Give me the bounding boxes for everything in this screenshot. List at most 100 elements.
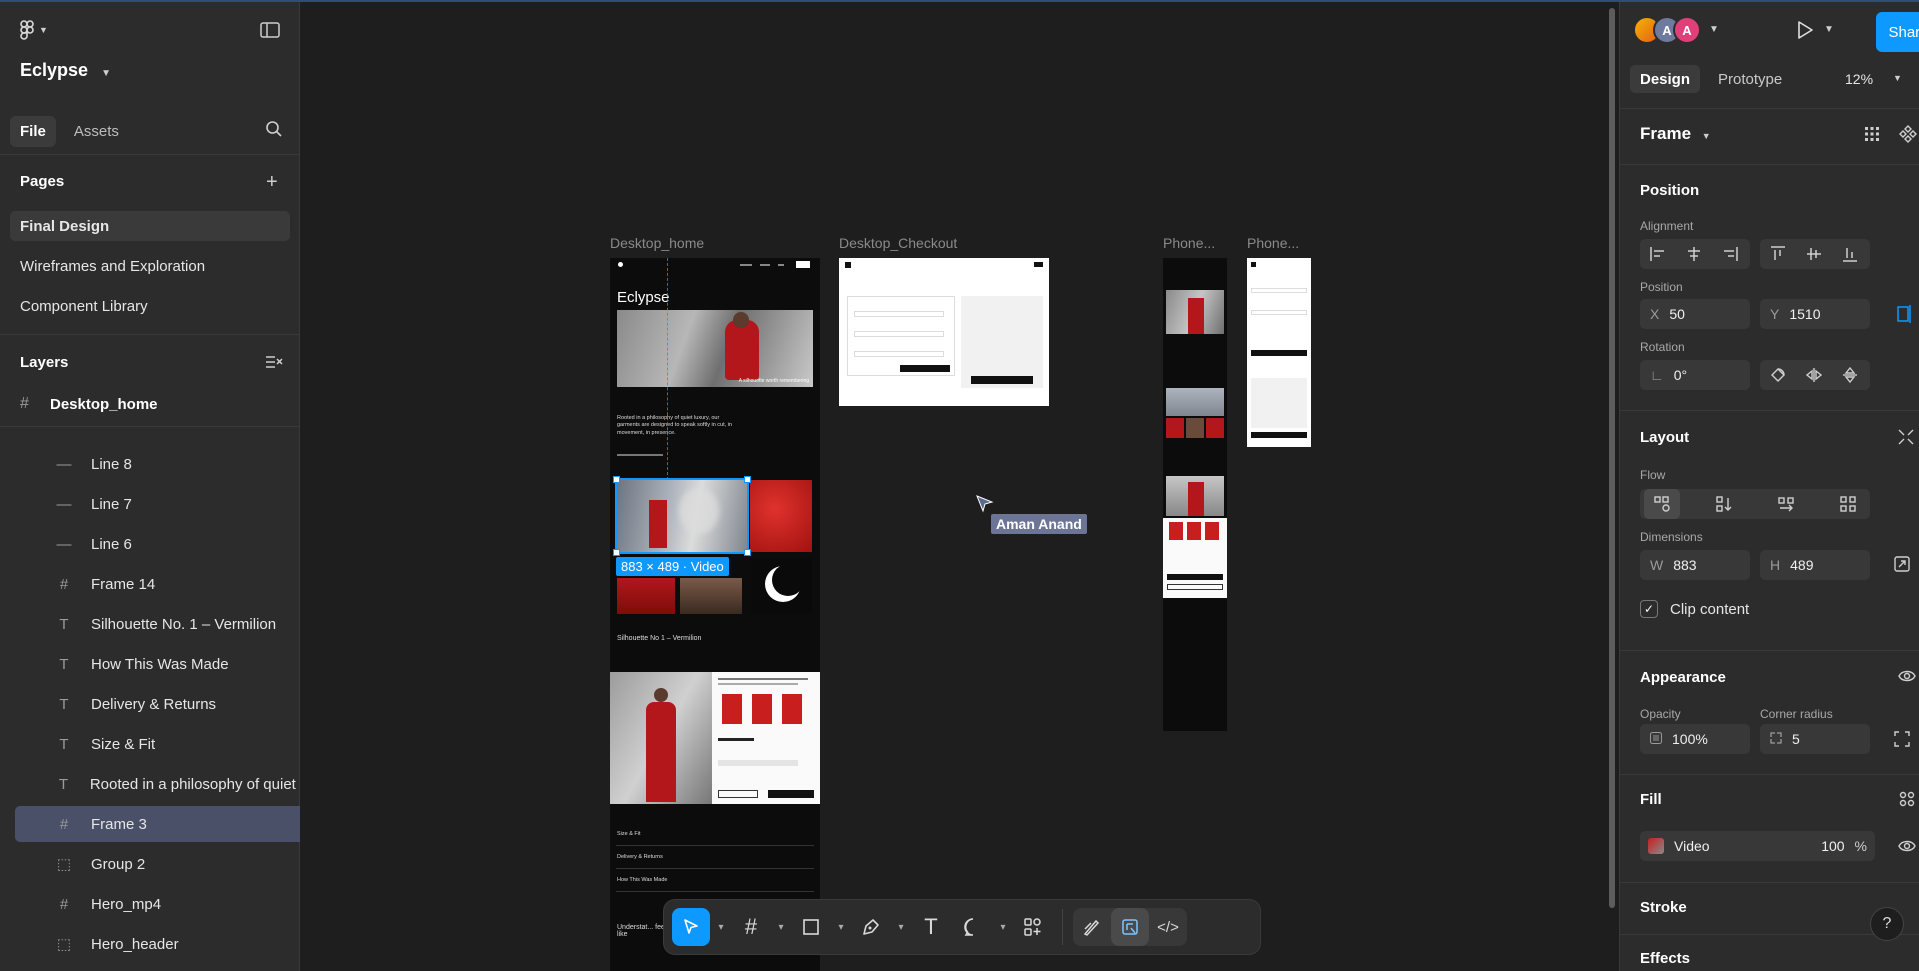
rotate-icon[interactable] (1760, 360, 1796, 390)
collapse-layers-button[interactable] (265, 354, 283, 370)
frame-label-phone-2[interactable]: Phone... (1247, 235, 1299, 251)
page-component-library[interactable]: Component Library (10, 291, 290, 321)
layer-item[interactable]: — Line 8 (15, 446, 300, 482)
tab-prototype[interactable]: Prototype (1712, 65, 1788, 93)
file-name-button[interactable]: Eclypse ▼ (20, 60, 111, 81)
main-menu-button[interactable]: ▼ (20, 20, 48, 40)
resize-to-fit-icon[interactable] (1894, 556, 1910, 572)
layer-item[interactable]: — Line 7 (15, 486, 300, 522)
actions-button[interactable] (1014, 908, 1052, 946)
opacity-field[interactable]: 100% (1640, 724, 1750, 754)
comment-tool-dropdown[interactable]: ▾ (996, 922, 1010, 933)
resize-handle[interactable] (613, 476, 620, 483)
shape-tool-dropdown[interactable]: ▾ (834, 922, 848, 933)
fill-styles-icon[interactable] (1899, 791, 1915, 807)
frame-phone-2[interactable] (1247, 258, 1311, 447)
add-to-cart (718, 790, 758, 798)
constraints-icon[interactable] (1894, 305, 1912, 323)
canvas-scrollbar[interactable] (1609, 8, 1615, 908)
rectangle-tool-button[interactable] (792, 908, 830, 946)
present-button[interactable] (1796, 20, 1814, 40)
dev-mode-button[interactable]: </> (1149, 908, 1187, 946)
zoom-level[interactable]: 12% (1845, 71, 1873, 87)
comment-tool-button[interactable] (954, 908, 992, 946)
tab-file[interactable]: File (10, 116, 56, 147)
add-page-button[interactable]: + (266, 171, 278, 194)
layer-item[interactable]: T Silhouette No. 1 – Vermilion (15, 606, 300, 642)
search-layers-button[interactable] (265, 120, 283, 138)
fill-row[interactable]: Video 100 % (1640, 831, 1875, 861)
clip-content-checkbox[interactable]: ✓ Clip content (1640, 600, 1749, 618)
layout-grid-icon[interactable] (1864, 126, 1880, 142)
design-mode-button[interactable] (1111, 908, 1149, 946)
tab-assets[interactable]: Assets (64, 116, 129, 147)
layer-item[interactable]: ⬚ Group 2 (15, 846, 300, 882)
align-center-h-icon[interactable] (1676, 239, 1712, 269)
frame-desktop-checkout[interactable] (839, 258, 1049, 406)
layer-item[interactable]: T How This Was Made (15, 646, 300, 682)
tab-design[interactable]: Design (1630, 65, 1701, 93)
flip-vertical-icon[interactable] (1832, 360, 1868, 390)
layer-item[interactable]: ⬚ Hero_header (15, 926, 300, 962)
layer-item[interactable]: T Size & Fit (15, 726, 300, 762)
visibility-eye-icon[interactable] (1898, 669, 1916, 683)
resize-handle[interactable] (613, 549, 620, 556)
x-position-field[interactable]: X 50 (1640, 299, 1750, 329)
independent-corners-icon[interactable] (1894, 731, 1910, 747)
flip-horizontal-icon[interactable] (1796, 360, 1832, 390)
flow-horizontal-icon[interactable] (1768, 489, 1804, 519)
align-left-icon[interactable] (1640, 239, 1676, 269)
resize-handle[interactable] (744, 476, 751, 483)
move-tool-dropdown[interactable]: ▾ (714, 922, 728, 933)
layer-item[interactable]: # Frame 14 (15, 566, 300, 602)
pen-tool-dropdown[interactable]: ▾ (894, 922, 908, 933)
layer-item[interactable]: T Rooted in a philosophy of quiet lu (15, 766, 300, 802)
align-bottom-icon[interactable] (1832, 239, 1868, 269)
layout-resize-icon[interactable] (1898, 429, 1914, 445)
chevron-down-icon[interactable]: ▼ (1709, 24, 1719, 35)
toggle-sidebar-button[interactable] (260, 22, 280, 38)
resize-handle[interactable] (744, 549, 751, 556)
pen-tool-button[interactable] (852, 908, 890, 946)
text-icon: T (59, 615, 69, 633)
avatar-a-2[interactable]: A (1673, 16, 1701, 44)
y-position-field[interactable]: Y 1510 (1760, 299, 1870, 329)
layer-item[interactable]: # Hero_mp4 (15, 886, 300, 922)
component-icon[interactable] (1899, 125, 1917, 143)
frame-type-selector[interactable]: Frame ▼ (1640, 124, 1711, 144)
text-tool-button[interactable]: T (912, 908, 950, 946)
fill-visibility-eye-icon[interactable] (1898, 839, 1916, 853)
align-right-icon[interactable] (1712, 239, 1748, 269)
height-field[interactable]: H 489 (1760, 550, 1870, 580)
frame-label-desktop-checkout[interactable]: Desktop_Checkout (839, 235, 957, 251)
frame-desktop-home[interactable]: Eclypse A silhouette worth remembering R… (610, 258, 820, 971)
share-button[interactable]: Share (1876, 12, 1919, 52)
align-top-icon[interactable] (1760, 239, 1796, 269)
move-tool-button[interactable] (672, 908, 710, 946)
width-field[interactable]: W 883 (1640, 550, 1750, 580)
help-button[interactable]: ? (1870, 907, 1904, 941)
layer-item[interactable]: T Delivery & Returns (15, 686, 300, 722)
corner-radius-field[interactable]: 5 (1760, 724, 1870, 754)
rotation-field[interactable]: ∟ 0° (1640, 360, 1750, 390)
chevron-down-icon[interactable]: ▼ (1893, 73, 1902, 83)
product-card (1163, 518, 1227, 598)
canvas[interactable]: Desktop_home Desktop_Checkout Phone... P… (301, 2, 1619, 971)
align-middle-icon[interactable] (1796, 239, 1832, 269)
flow-freeform-icon[interactable] (1644, 489, 1680, 519)
flow-grid-icon[interactable] (1830, 489, 1866, 519)
layer-root[interactable]: # Desktop_home (20, 395, 158, 413)
frame-label-desktop-home[interactable]: Desktop_home (610, 235, 704, 251)
page-final-design[interactable]: Final Design (10, 211, 290, 241)
layer-item[interactable]: — Line 6 (15, 526, 300, 562)
flow-vertical-icon[interactable] (1706, 489, 1742, 519)
layer-item[interactable]: # Frame 3 (15, 806, 300, 842)
frame-tool-button[interactable]: # (732, 908, 770, 946)
frame-tool-dropdown[interactable]: ▾ (774, 922, 788, 933)
chevron-down-icon[interactable]: ▼ (1824, 24, 1834, 35)
page-wireframes[interactable]: Wireframes and Exploration (10, 251, 290, 281)
frame-label-phone-1[interactable]: Phone... (1163, 235, 1215, 251)
frame-phone-1[interactable] (1163, 258, 1227, 731)
draw-mode-button[interactable] (1073, 908, 1111, 946)
code-icon: </> (1157, 918, 1179, 936)
